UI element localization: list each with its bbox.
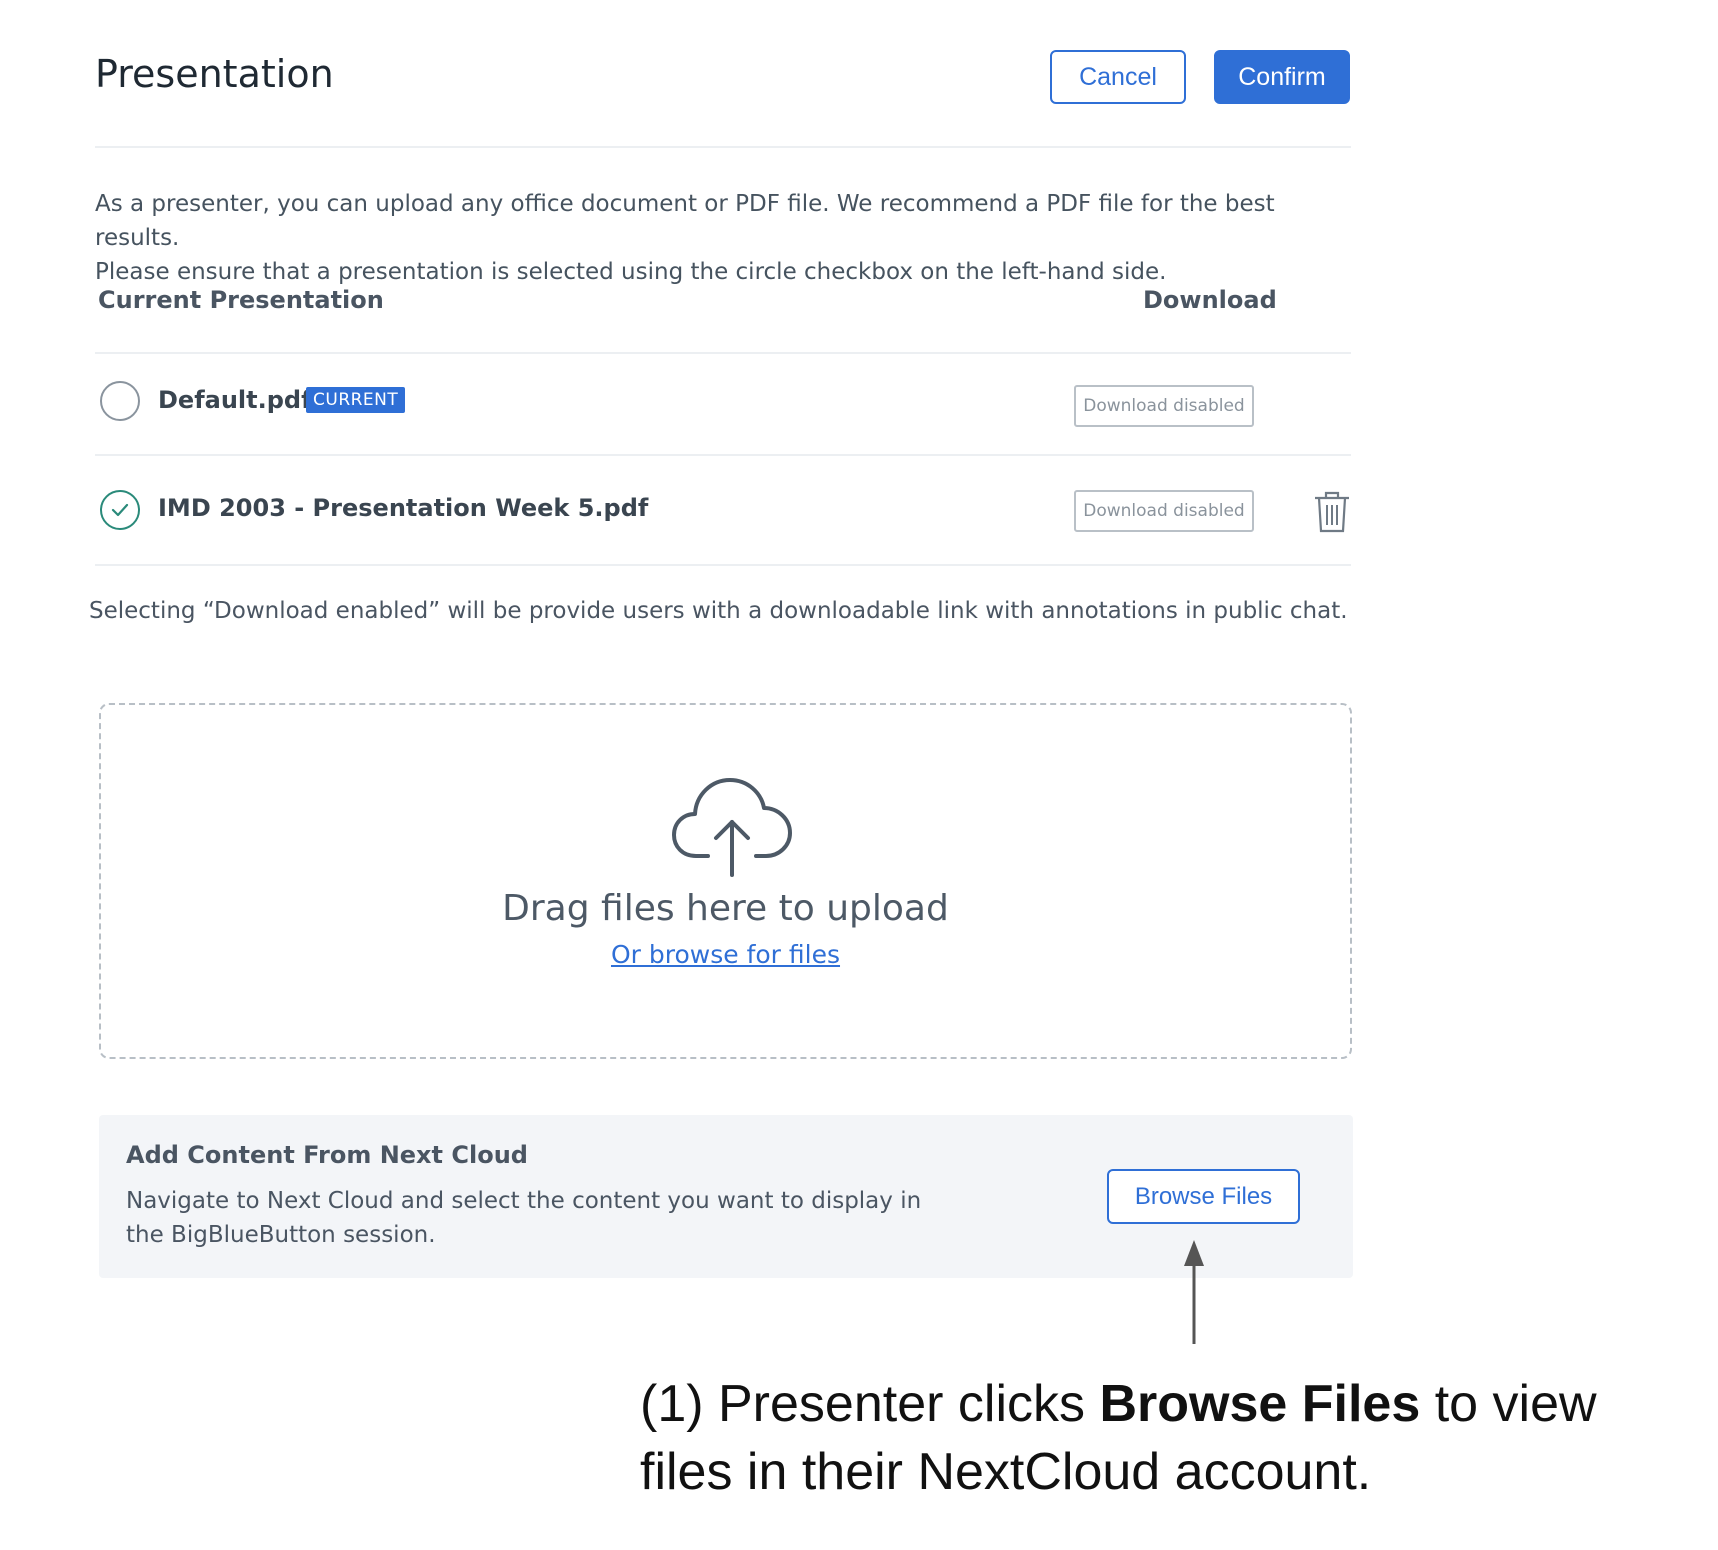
cancel-button[interactable]: Cancel [1050, 50, 1186, 104]
select-radio-default[interactable] [100, 381, 140, 421]
download-note: Selecting “Download enabled” will be pro… [89, 598, 1348, 624]
download-toggle-default[interactable]: Download disabled [1074, 385, 1254, 427]
nextcloud-title: Add Content From Next Cloud [126, 1141, 528, 1169]
nextcloud-desc-line-2: the BigBlueButton session. [126, 1222, 436, 1248]
column-header-current: Current Presentation [98, 286, 384, 314]
table-row-divider [95, 454, 1351, 456]
instructions-line-2: Please ensure that a presentation is sel… [95, 259, 1167, 285]
column-header-download: Download [1143, 286, 1277, 314]
nextcloud-description: Navigate to Next Cloud and select the co… [126, 1184, 926, 1252]
browse-files-link[interactable]: Or browse for files [611, 940, 840, 969]
file-name-week5: IMD 2003 - Presentation Week 5.pdf [158, 494, 649, 522]
table-divider [95, 352, 1351, 354]
check-icon [111, 503, 129, 517]
upload-instructions: As a presenter, you can upload any offic… [95, 187, 1355, 289]
select-radio-week5[interactable] [100, 490, 140, 530]
annotation-arrow [1182, 1240, 1206, 1350]
drag-files-text: Drag files here to upload [502, 888, 949, 929]
file-name-default: Default.pdf [158, 386, 312, 414]
download-toggle-week5[interactable]: Download disabled [1074, 490, 1254, 532]
table-row-divider [95, 564, 1351, 566]
page-title: Presentation [95, 52, 334, 96]
caption-bold: Browse Files [1099, 1375, 1421, 1433]
browse-files-link-wrap: Or browse for files [99, 940, 1352, 969]
caption-prefix: (1) Presenter clicks [640, 1375, 1100, 1433]
browse-files-button[interactable]: Browse Files [1107, 1169, 1300, 1224]
confirm-button[interactable]: Confirm [1214, 50, 1350, 104]
nextcloud-desc-line-1: Navigate to Next Cloud and select the co… [126, 1188, 922, 1214]
current-badge: CURRENT [306, 387, 406, 413]
annotation-caption: (1) Presenter clicks Browse Files to vie… [640, 1370, 1700, 1506]
header-divider [95, 146, 1351, 148]
instructions-line-1: As a presenter, you can upload any offic… [95, 191, 1275, 251]
trash-icon[interactable] [1312, 490, 1352, 538]
cloud-upload-icon [670, 770, 794, 884]
